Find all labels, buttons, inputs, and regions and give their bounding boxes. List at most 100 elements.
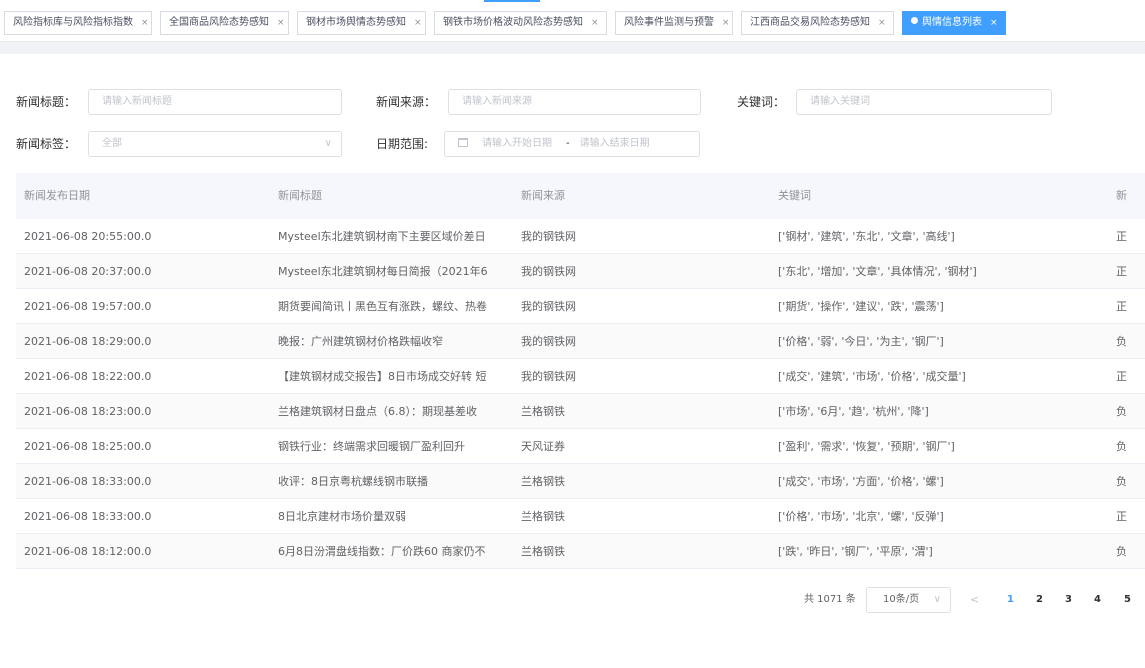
table-cell: ['跌', '昨日', '钢厂', '平原', '渭'] [778, 545, 933, 558]
table-cell: 兰格钢铁 [521, 545, 565, 558]
keyword-filter-label: 关键词： [737, 95, 786, 109]
table-row[interactable]: 2021-06-08 18:29:00.0 晚报：广州建筑钢材价格跌幅收窄 我的钢铁… [16, 324, 1145, 359]
table-cell: 我的钢铁网 [521, 370, 576, 383]
calendar-icon [458, 138, 468, 147]
tab-label: 钢材市场舆情态势感知 [306, 17, 406, 28]
table-cell: 正 [1116, 300, 1127, 313]
table-cell: 晚报：广州建筑钢材价格跌幅收窄 [278, 335, 443, 348]
tab-3[interactable]: 钢铁市场价格波动风险态势感知 × [434, 11, 607, 35]
page-number-button[interactable]: 4 [1094, 587, 1101, 613]
page-number-button[interactable]: 1 [1007, 587, 1014, 613]
tab-label: 风险事件监测与预警 [624, 17, 714, 28]
table-row[interactable]: 2021-06-08 19:57:00.0 期货要闻简讯丨黑色互有涨跌，螺纹、热卷… [16, 289, 1145, 324]
column-header: 关键词 [778, 189, 811, 202]
page-number-button[interactable]: 5 [1124, 587, 1131, 613]
table-cell: ['东北', '增加', '文章', '具体情况', '钢材'] [778, 265, 977, 278]
table-cell: 2021-06-08 20:55:00.0 [24, 230, 152, 243]
pagination: 共 1071 条 10条/页 ∨ < 12345 [0, 587, 1145, 613]
table-cell: 钢铁行业：终端需求回暖钢厂盈利回升 [278, 440, 465, 453]
table-cell: Mysteel东北建筑钢材南下主要区域价差日 [278, 230, 486, 243]
table-cell: ['期货', '操作', '建议', '跌', '震荡'] [778, 300, 944, 313]
table-cell: 2021-06-08 18:22:00.0 [24, 370, 152, 383]
table-cell: ['成交', '市场', '方面', '价格', '螺'] [778, 475, 944, 488]
source-filter-label: 新闻来源： [376, 95, 437, 109]
page-size-select[interactable]: 10条/页 ∨ [866, 587, 951, 613]
close-icon[interactable]: × [277, 18, 285, 28]
row-divider [16, 568, 1145, 569]
table-cell: 2021-06-08 19:57:00.0 [24, 300, 152, 313]
page-number-button[interactable]: 2 [1036, 587, 1043, 613]
table-cell: 2021-06-08 18:25:00.0 [24, 440, 152, 453]
tag-select[interactable]: 全部 ∨ [88, 131, 342, 157]
close-icon[interactable]: × [141, 18, 149, 28]
date-start-input[interactable]: 请输入开始日期 [482, 138, 552, 149]
tab-0[interactable]: 风险指标库与风险指标指数 × [4, 11, 152, 35]
table-cell: 2021-06-08 18:33:00.0 [24, 475, 152, 488]
table-row[interactable]: 2021-06-08 18:22:00.0 【建筑钢材成交报告】8日市场成交好转 … [16, 359, 1145, 394]
keyword-input[interactable]: 请输入关键词 [796, 89, 1052, 115]
table-cell: Mysteel东北建筑钢材每日简报（2021年6 [278, 265, 488, 278]
prev-page-button[interactable]: < [970, 587, 979, 613]
tab-4[interactable]: 风险事件监测与预警 × [615, 11, 733, 35]
table-row[interactable]: 2021-06-08 18:25:00.0 钢铁行业：终端需求回暖钢厂盈利回升 天风… [16, 429, 1145, 464]
active-tab-indicator [484, 0, 540, 2]
close-icon[interactable]: × [990, 18, 998, 28]
chevron-down-icon: ∨ [324, 138, 332, 149]
table-cell: 2021-06-08 18:33:00.0 [24, 510, 152, 523]
column-header: 新闻发布日期 [24, 189, 90, 202]
tab-2[interactable]: 钢材市场舆情态势感知 × [297, 11, 426, 35]
tab-1[interactable]: 全国商品风险态势感知 × [160, 11, 289, 35]
table-cell: ['价格', '弱', '今日', '为主', '钢厂'] [778, 335, 944, 348]
source-input[interactable]: 请输入新闻来源 [448, 89, 701, 115]
close-icon[interactable]: × [414, 18, 422, 28]
table-cell: 【建筑钢材成交报告】8日市场成交好转 短 [278, 370, 487, 383]
table-cell: ['钢材', '建筑', '东北', '文章', '高线'] [778, 230, 955, 243]
table-header-row: 新闻发布日期 新闻标题 新闻来源 关键词 新 [16, 173, 1145, 219]
table-cell: 负 [1116, 440, 1127, 453]
active-dot-icon [911, 17, 918, 24]
table-cell: 兰格建筑钢材日盘点（6.8）：期现基差收 [278, 405, 477, 418]
tab-label: 舆情信息列表 [922, 17, 982, 28]
table-cell: 我的钢铁网 [521, 300, 576, 313]
date-range-label: 日期范围: [376, 137, 429, 151]
table-cell: 我的钢铁网 [521, 265, 576, 278]
table-row[interactable]: 2021-06-08 18:23:00.0 兰格建筑钢材日盘点（6.8）：期现基差… [16, 394, 1145, 429]
tag-filter-label: 新闻标签： [16, 137, 77, 151]
close-icon[interactable]: × [878, 18, 886, 28]
tab-label: 风险指标库与风险指标指数 [13, 17, 133, 28]
table-cell: 兰格钢铁 [521, 405, 565, 418]
table-cell: 正 [1116, 510, 1127, 523]
table-cell: 我的钢铁网 [521, 230, 576, 243]
table-row[interactable]: 2021-06-08 20:37:00.0 Mysteel东北建筑钢材每日简报（2… [16, 254, 1145, 289]
tags-view-bar: 风险指标库与风险指标指数 × 全国商品风险态势感知 × 钢材市场舆情态势感知 × 钢铁市场价… [0, 0, 1145, 42]
column-header: 新闻标题 [278, 189, 322, 202]
table-row[interactable]: 2021-06-08 20:55:00.0 Mysteel东北建筑钢材南下主要区域… [16, 219, 1145, 254]
close-icon[interactable]: × [722, 18, 730, 28]
date-range-picker[interactable]: 请输入开始日期 - 请输入结束日期 [444, 131, 700, 157]
table-cell: 收评：8日京粤杭螺线钢市联播 [278, 475, 428, 488]
title-input[interactable]: 请输入新闻标题 [88, 89, 342, 115]
tab-label: 江西商品交易风险态势感知 [750, 17, 870, 28]
title-filter-label: 新闻标题： [16, 95, 77, 109]
page-number-button[interactable]: 3 [1065, 587, 1072, 613]
table-cell: 正 [1116, 265, 1127, 278]
table-cell: 2021-06-08 18:23:00.0 [24, 405, 152, 418]
table-cell: ['盈利', '需求', '恢复', '预期', '钢厂'] [778, 440, 955, 453]
table-row[interactable]: 2021-06-08 18:12:00.0 6月8日汾渭盘线指数：厂价跌60 商家… [16, 534, 1145, 569]
close-icon[interactable]: × [591, 18, 599, 28]
date-end-input[interactable]: 请输入结束日期 [580, 138, 650, 149]
column-header: 新闻来源 [521, 189, 565, 202]
table-row[interactable]: 2021-06-08 18:33:00.0 8日北京建材市场价量双弱 兰格钢铁 ['价… [16, 499, 1145, 534]
table-cell: ['成交', '建筑', '市场', '价格', '成交量'] [778, 370, 966, 383]
tab-5[interactable]: 江西商品交易风险态势感知 × [741, 11, 894, 35]
table-cell: 负 [1116, 545, 1127, 558]
tab-label: 钢铁市场价格波动风险态势感知 [443, 17, 583, 28]
tab-6[interactable]: 舆情信息列表 × [902, 11, 1006, 35]
table-cell: 兰格钢铁 [521, 475, 565, 488]
pagination-total: 共 1071 条 [804, 594, 856, 605]
tab-label: 全国商品风险态势感知 [169, 17, 269, 28]
table-cell: ['市场', '6月', '趋', '杭州', '降'] [778, 405, 929, 418]
table-cell: 负 [1116, 405, 1127, 418]
table-row[interactable]: 2021-06-08 18:33:00.0 收评：8日京粤杭螺线钢市联播 兰格钢铁 [… [16, 464, 1145, 499]
table-cell: 2021-06-08 18:12:00.0 [24, 545, 152, 558]
